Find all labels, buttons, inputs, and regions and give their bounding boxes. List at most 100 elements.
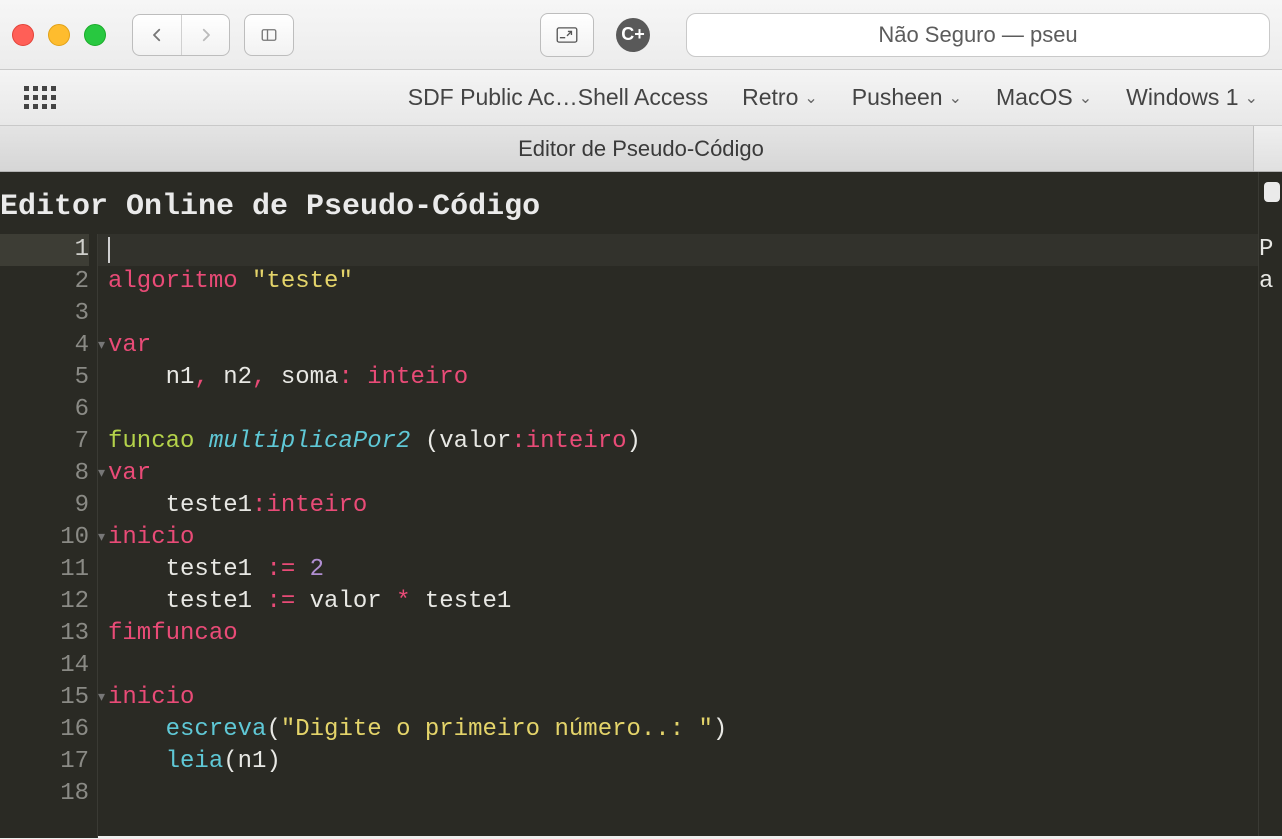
code-editor[interactable]: 123456789101112131415161718 algoritmo "t… [0,234,1282,838]
token-op-pink: , [194,364,208,391]
line-number[interactable]: 14 [0,650,89,682]
token-kw-pink: inicio [108,524,194,551]
token-plain: teste1 [108,588,266,615]
chevron-down-icon: ⌄ [1245,88,1258,108]
code-line[interactable]: inicio [108,522,1282,554]
token-plain [194,428,208,455]
code-line[interactable]: teste1:inteiro [108,490,1282,522]
token-kw-type: inteiro [526,428,627,455]
line-number[interactable]: 7 [0,426,89,458]
browser-toolbar: C+ Não Seguro — pseu [0,0,1282,70]
token-op-pink: * [396,588,410,615]
code-area-wrap: algoritmo "teste" var n1, n2, soma: inte… [98,234,1282,838]
token-kw-pink: var [108,332,151,359]
line-number[interactable]: 1 [0,234,89,266]
bookmark-item-3[interactable]: MacOS⌄ [996,84,1092,111]
text-cursor [108,237,110,263]
code-line[interactable]: teste1 := 2 [108,554,1282,586]
line-number[interactable]: 12 [0,586,89,618]
code-line[interactable] [108,394,1282,426]
token-paren: ( [266,716,280,743]
line-number-gutter[interactable]: 123456789101112131415161718 [0,234,98,838]
line-number[interactable]: 15 [0,682,89,714]
code-line[interactable]: n1, n2, soma: inteiro [108,362,1282,394]
token-plain: valor [439,428,511,455]
line-number[interactable]: 8 [0,458,89,490]
line-number[interactable]: 2 [0,266,89,298]
token-kw-pink: algoritmo [108,268,238,295]
apps-grid-icon[interactable] [24,86,56,109]
token-paren: ( [425,428,439,455]
fullscreen-window-button[interactable] [84,24,106,46]
code-line[interactable]: teste1 := valor * teste1 [108,586,1282,618]
token-str: "Digite o primeiro número..: " [281,716,713,743]
code-line[interactable] [108,650,1282,682]
toolbar-right-group [540,13,594,57]
code-line[interactable] [108,778,1282,810]
active-line-highlight [98,234,1282,266]
line-number[interactable]: 16 [0,714,89,746]
token-kw-func: funcao [108,428,194,455]
line-number[interactable]: 13 [0,618,89,650]
token-op-pink: := [266,588,295,615]
token-plain [108,716,166,743]
line-number[interactable]: 6 [0,394,89,426]
side-text-1: P [1259,234,1282,266]
side-panel-handle-icon[interactable] [1264,182,1280,202]
reader-mode-button[interactable] [541,14,593,56]
token-kw-type: inteiro [367,364,468,391]
code-text-area[interactable]: algoritmo "teste" var n1, n2, soma: inte… [98,234,1282,810]
minimize-window-button[interactable] [48,24,70,46]
token-kw-pink: fimfuncao [108,620,238,647]
token-fn-name: multiplicaPor2 [209,428,411,455]
forward-button[interactable] [181,15,229,55]
token-plain: n1 [108,364,194,391]
token-paren: ) [713,716,727,743]
code-line[interactable]: fimfuncao [108,618,1282,650]
line-number[interactable]: 4 [0,330,89,362]
chevron-down-icon: ⌄ [1079,88,1092,108]
token-kw-pink: var [108,460,151,487]
extension-c-plus-button[interactable]: C+ [616,18,650,52]
bookmark-items: SDF Public Ac…Shell AccessRetro⌄Pusheen⌄… [408,84,1258,111]
token-plain [353,364,367,391]
token-plain: n2 [209,364,252,391]
close-window-button[interactable] [12,24,34,46]
sidebar-toggle-button[interactable] [244,14,294,56]
token-fn-call: escreva [166,716,267,743]
bookmark-item-4[interactable]: Windows 1⌄ [1126,84,1258,111]
code-line[interactable]: var [108,458,1282,490]
line-number[interactable]: 17 [0,746,89,778]
token-str: "teste" [252,268,353,295]
token-plain [295,556,309,583]
line-number[interactable]: 11 [0,554,89,586]
line-number[interactable]: 9 [0,490,89,522]
window-controls [12,24,106,46]
bookmark-item-0[interactable]: SDF Public Ac…Shell Access [408,84,708,111]
active-tab-title[interactable]: Editor de Pseudo-Código [518,136,764,162]
token-plain: teste1 [410,588,511,615]
token-paren: ( [223,748,237,775]
code-line[interactable] [108,298,1282,330]
line-number[interactable]: 10 [0,522,89,554]
token-op-pink: : [511,428,525,455]
code-line[interactable]: escreva("Digite o primeiro número..: ") [108,714,1282,746]
code-line[interactable]: inicio [108,682,1282,714]
code-line[interactable]: leia(n1) [108,746,1282,778]
bookmark-item-1[interactable]: Retro⌄ [742,84,818,111]
token-op-pink: := [266,556,295,583]
code-line[interactable]: var [108,330,1282,362]
bookmark-label: Pusheen [852,84,943,111]
sidebar-icon [260,26,278,44]
address-text: Não Seguro — pseu [878,22,1077,48]
bookmark-item-2[interactable]: Pusheen⌄ [852,84,962,111]
line-number[interactable]: 18 [0,778,89,810]
code-line[interactable]: algoritmo "teste" [108,266,1282,298]
line-number[interactable]: 5 [0,362,89,394]
back-button[interactable] [133,15,181,55]
right-side-panel[interactable]: P a [1258,172,1282,836]
address-bar[interactable]: Não Seguro — pseu [686,13,1270,57]
token-plain: soma [266,364,338,391]
code-line[interactable]: funcao multiplicaPor2 (valor:inteiro) [108,426,1282,458]
line-number[interactable]: 3 [0,298,89,330]
